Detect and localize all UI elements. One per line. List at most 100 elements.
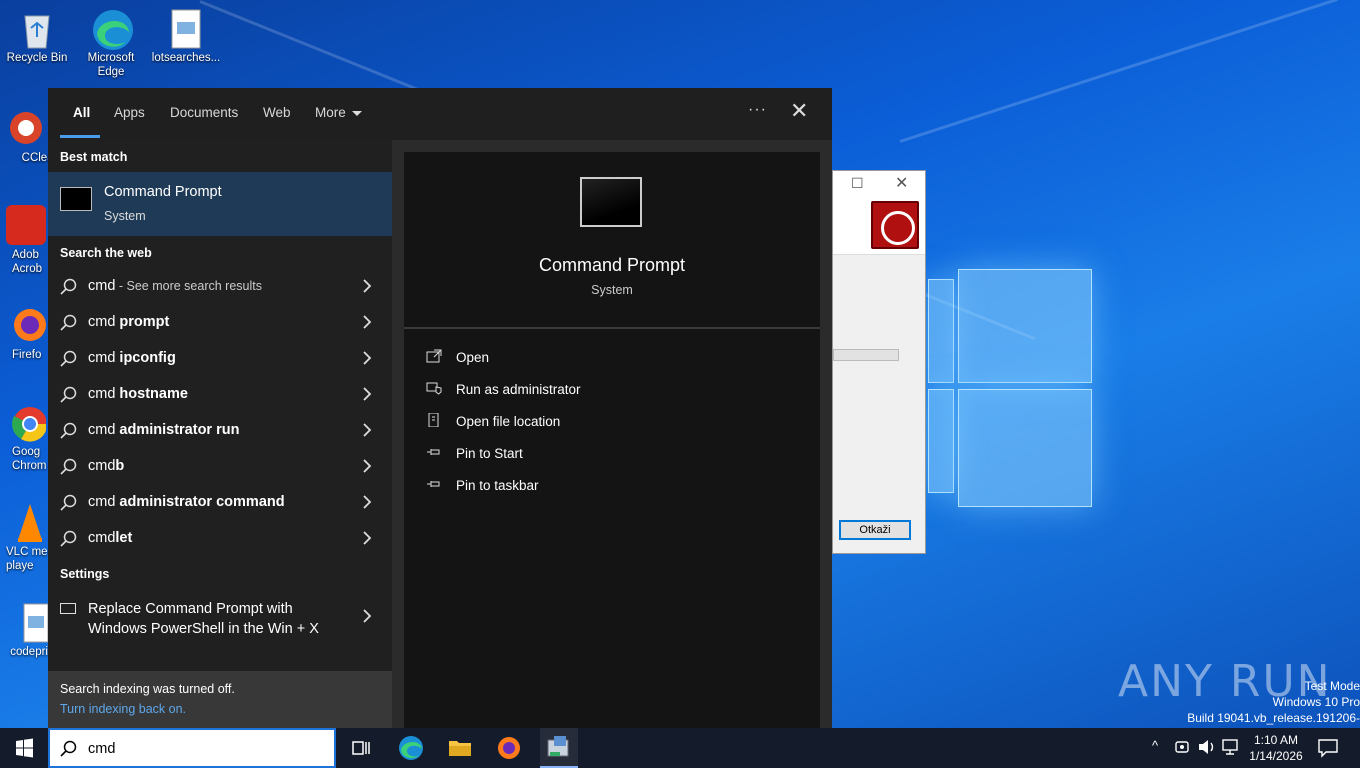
desktop-icon-lotsearches[interactable]: lotsearches... — [150, 8, 222, 65]
query-text: cmd — [88, 350, 120, 366]
action-pin-to-start[interactable]: Pin to Start — [426, 440, 806, 468]
close-icon[interactable]: ✕ — [895, 173, 908, 193]
file-location-icon — [428, 413, 439, 427]
light-beam — [899, 0, 1338, 143]
shield-icon — [426, 382, 442, 395]
web-search-result[interactable]: cmd - See more search results — [48, 270, 392, 304]
best-match-result[interactable]: Command Prompt System — [48, 172, 392, 236]
more-options-icon[interactable]: ··· — [748, 101, 767, 119]
chevron-right-icon — [363, 351, 372, 365]
search-icon — [60, 278, 77, 295]
settings-result[interactable]: Replace Command Prompt with Windows Powe… — [48, 595, 392, 645]
action-label: Run as administrator — [456, 382, 581, 397]
tab-apps[interactable]: Apps — [114, 105, 145, 120]
query-text: cmd — [88, 458, 116, 474]
search-input[interactable] — [88, 738, 318, 760]
query-suggestion: hostname — [119, 386, 188, 402]
open-icon — [426, 349, 442, 363]
watermark-line: Windows 10 Pro — [1272, 695, 1360, 709]
taskbar-active-app[interactable] — [540, 728, 578, 768]
web-result-label: cmdb — [88, 458, 124, 474]
turn-indexing-on-link[interactable]: Turn indexing back on. — [60, 702, 186, 716]
web-search-result[interactable]: cmd prompt — [48, 306, 392, 340]
search-icon — [60, 314, 77, 331]
search-results-list: Best match Command Prompt System Search … — [48, 140, 392, 728]
best-match-subtitle: System — [104, 209, 146, 223]
action-label: Open — [456, 350, 490, 365]
volume-icon[interactable] — [1196, 736, 1218, 758]
web-result-label: cmd administrator run — [88, 422, 239, 438]
command-prompt-icon — [580, 177, 642, 227]
query-suggestion: ipconfig — [119, 350, 176, 366]
action-open[interactable]: Open — [426, 344, 806, 372]
settings-result-label: Replace Command Prompt with Windows Powe… — [88, 601, 319, 637]
query-text: cmd — [88, 422, 120, 438]
preview-title: Command Prompt — [538, 255, 686, 275]
settings-monitor-icon — [60, 603, 76, 614]
notifications-icon[interactable] — [1316, 736, 1340, 760]
maximize-icon[interactable]: ☐ — [851, 175, 864, 192]
adobe-acrobat-icon — [6, 205, 46, 245]
web-search-result[interactable]: cmdlet — [48, 522, 392, 556]
settings-header: Settings — [60, 567, 110, 581]
desktop-icon-edge[interactable]: Microsoft Edge — [75, 8, 147, 79]
taskbar-clock[interactable]: 1:10 AM 1/14/2026 — [1244, 732, 1308, 764]
search-icon — [60, 740, 77, 757]
desktop-icon-label: Recycle Bin — [6, 52, 68, 64]
action-open-file-location[interactable]: Open file location — [426, 408, 806, 436]
tab-more[interactable]: More — [315, 105, 362, 120]
search-icon — [60, 386, 77, 403]
desktop-icon-recycle-bin[interactable]: Recycle Bin — [1, 8, 73, 65]
divider — [404, 327, 820, 329]
tab-more-label: More — [315, 105, 346, 120]
query-text: cmd — [88, 278, 116, 294]
search-icon — [60, 530, 77, 547]
network-icon[interactable] — [1220, 736, 1242, 758]
edge-icon — [91, 8, 133, 50]
file-explorer-icon[interactable] — [446, 734, 474, 762]
action-pin-to-taskbar[interactable]: Pin to taskbar — [426, 472, 806, 500]
task-view-icon[interactable] — [347, 734, 375, 762]
web-result-label: cmd hostname — [88, 386, 188, 402]
meet-now-icon[interactable] — [1172, 736, 1194, 758]
best-match-header: Best match — [60, 150, 128, 164]
firefox-icon[interactable] — [495, 734, 523, 762]
web-search-result[interactable]: cmdb — [48, 450, 392, 484]
best-match-title: Command Prompt — [104, 184, 222, 200]
web-search-result[interactable]: cmd administrator command — [48, 486, 392, 520]
taskbar-search-box[interactable] — [48, 728, 336, 768]
web-search-result[interactable]: cmd hostname — [48, 378, 392, 412]
close-icon[interactable]: ✕ — [790, 100, 808, 122]
chevron-right-icon — [363, 387, 372, 401]
query-suggestion: prompt — [119, 314, 170, 330]
web-result-label: cmd administrator command — [88, 494, 285, 510]
progress-bar — [833, 349, 899, 361]
edge-icon[interactable] — [397, 734, 425, 762]
chevron-right-icon — [363, 279, 372, 293]
start-button[interactable] — [0, 728, 48, 768]
web-search-result[interactable]: cmd ipconfig — [48, 342, 392, 376]
web-result-label: cmd prompt — [88, 314, 169, 330]
indexing-notice: Search indexing was turned off. Turn ind… — [48, 671, 392, 728]
vlc-icon — [6, 502, 46, 542]
action-label: Pin to Start — [456, 446, 523, 461]
query-text: cmd — [88, 314, 120, 330]
action-run-as-administrator[interactable]: Run as administrator — [426, 376, 806, 404]
chevron-right-icon — [363, 609, 372, 623]
tab-documents[interactable]: Documents — [170, 105, 238, 120]
search-icon — [60, 458, 77, 475]
tab-all[interactable]: All — [73, 105, 90, 120]
cancel-button[interactable]: Otkaži — [839, 520, 911, 540]
result-preview-pane: Command Prompt System Open Run as admini… — [404, 152, 820, 728]
query-suggestion: administrator command — [119, 494, 285, 510]
query-hint: - See more search results — [115, 279, 262, 293]
tab-web[interactable]: Web — [263, 105, 291, 120]
watermark-line: Test Mode — [1304, 679, 1360, 693]
indexing-notice-text: Search indexing was turned off. — [60, 682, 235, 696]
search-icon — [60, 350, 77, 367]
chevron-right-icon — [363, 315, 372, 329]
web-search-result[interactable]: cmd administrator run — [48, 414, 392, 448]
pin-icon — [427, 449, 440, 455]
caret-down-icon — [351, 110, 362, 116]
show-hidden-icons-icon[interactable]: ^ — [1152, 738, 1158, 753]
